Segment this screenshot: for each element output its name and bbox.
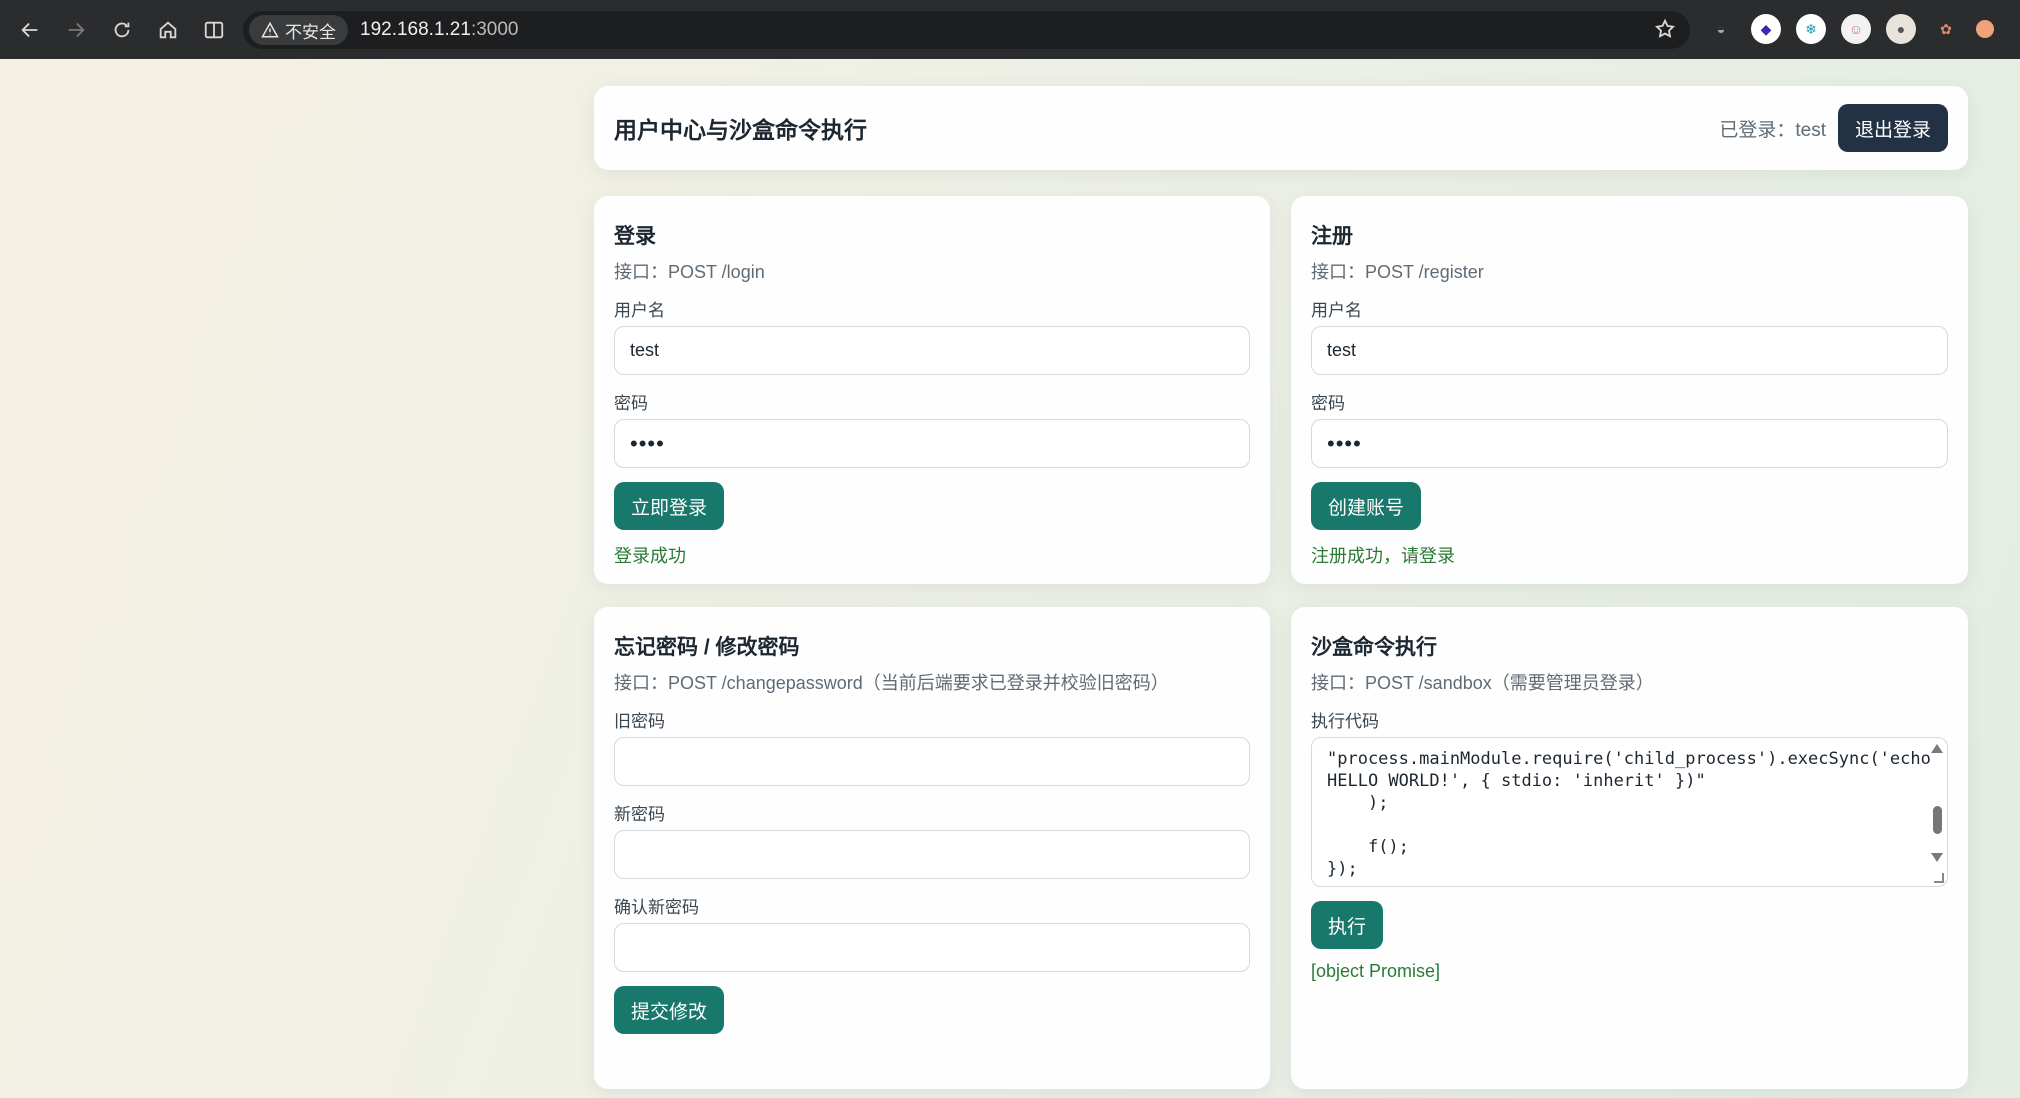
security-indicator[interactable]: 不安全 <box>249 15 348 45</box>
profile-dot-icon[interactable] <box>1976 20 1994 38</box>
cookie-extension-icon[interactable]: ✿ <box>1931 14 1961 44</box>
register-title: 注册 <box>1311 225 1353 248</box>
header-actions: 已登录：test 退出登录 <box>1719 104 1948 152</box>
page-title: 用户中心与沙盒命令执行 <box>614 117 867 143</box>
sandbox-endpoint: 接口：POST /sandbox（需要管理员登录） <box>1311 673 1654 693</box>
split-view-icon[interactable] <box>198 14 230 46</box>
url-host: 192.168.1.21 <box>360 19 471 40</box>
register-submit-button[interactable]: 创建账号 <box>1311 482 1422 530</box>
logout-button[interactable]: 退出登录 <box>1837 104 1948 152</box>
home-icon[interactable] <box>152 14 184 46</box>
login-message: 登录成功 <box>614 546 686 566</box>
sandbox-result: [object Promise] <box>1311 961 1441 981</box>
login-panel: 登录 接口：POST /login 用户名 test 密码 •••• 立即登录 … <box>594 196 1270 584</box>
sandbox-title: 沙盒命令执行 <box>1311 636 1437 659</box>
register-username-input[interactable]: test <box>1311 326 1948 375</box>
login-username-label: 用户名 <box>614 301 665 320</box>
forward-icon[interactable] <box>60 14 92 46</box>
sandbox-panel: 沙盒命令执行 接口：POST /sandbox（需要管理员登录） 执行代码 "p… <box>1291 607 1968 1089</box>
old-password-label: 旧密码 <box>614 712 665 731</box>
register-panel: 注册 接口：POST /register 用户名 test 密码 •••• 创建… <box>1291 196 1968 584</box>
login-password-label: 密码 <box>614 394 648 413</box>
scroll-down-icon[interactable] <box>1931 853 1943 862</box>
snowflake-extension-icon[interactable]: ❄ <box>1796 14 1826 44</box>
register-username-label: 用户名 <box>1311 301 1362 320</box>
login-password-input[interactable]: •••• <box>614 419 1250 468</box>
resize-handle-icon[interactable] <box>1934 873 1944 883</box>
new-password-label: 新密码 <box>614 805 665 824</box>
old-password-input[interactable] <box>614 737 1250 786</box>
change-password-panel: 忘记密码 / 修改密码 接口：POST /changepassword（当前后端… <box>594 607 1270 1089</box>
new-password-input[interactable] <box>614 830 1250 879</box>
url-port: :3000 <box>470 19 519 40</box>
login-title: 登录 <box>614 225 656 248</box>
incognito-extension-icon[interactable]: ◒ <box>1706 14 1736 44</box>
sandbox-execute-button[interactable]: 执行 <box>1311 901 1384 949</box>
change-password-submit-button[interactable]: 提交修改 <box>614 986 725 1034</box>
change-password-endpoint: 接口：POST /changepassword（当前后端要求已登录并校验旧密码） <box>614 673 1169 693</box>
sandbox-code-text: "process.mainModule.require('child_proce… <box>1327 749 1931 879</box>
bookmark-star-icon[interactable] <box>1654 18 1676 45</box>
reload-icon[interactable] <box>106 14 138 46</box>
login-endpoint: 接口：POST /login <box>614 262 765 282</box>
login-status: 已登录：test <box>1719 119 1826 141</box>
browser-toolbar: 不安全 192.168.1.21:3000 ◒ ◆ ❄ ☺ ● ✿ <box>0 0 2020 59</box>
back-icon[interactable] <box>14 14 46 46</box>
confirm-password-label: 确认新密码 <box>614 898 699 917</box>
sandbox-code-label: 执行代码 <box>1311 712 1379 731</box>
extensions-bar: ◒ ◆ ❄ ☺ ● ✿ <box>1706 14 1994 44</box>
register-password-label: 密码 <box>1311 394 1345 413</box>
register-message: 注册成功，请登录 <box>1311 546 1455 566</box>
avatar-extension-icon[interactable]: ☺ <box>1841 14 1871 44</box>
scroll-up-icon[interactable] <box>1931 744 1943 753</box>
register-endpoint: 接口：POST /register <box>1311 262 1484 282</box>
address-bar[interactable]: 不安全 192.168.1.21:3000 <box>243 11 1690 49</box>
change-password-title: 忘记密码 / 修改密码 <box>614 636 800 659</box>
scroll-thumb[interactable] <box>1933 806 1942 834</box>
url-text[interactable]: 192.168.1.21:3000 <box>360 19 519 41</box>
security-label: 不安全 <box>285 22 336 42</box>
login-submit-button[interactable]: 立即登录 <box>614 482 725 530</box>
code-scrollbar[interactable] <box>1929 740 1945 884</box>
profile-avatar-icon[interactable]: ● <box>1886 14 1916 44</box>
warning-icon <box>261 21 279 38</box>
app-header: 用户中心与沙盒命令执行 已登录：test 退出登录 <box>594 86 1968 170</box>
diamond-extension-icon[interactable]: ◆ <box>1751 14 1781 44</box>
sandbox-code-textarea[interactable]: "process.mainModule.require('child_proce… <box>1311 737 1948 887</box>
login-username-input[interactable]: test <box>614 326 1250 375</box>
register-password-input[interactable]: •••• <box>1311 419 1948 468</box>
confirm-password-input[interactable] <box>614 923 1250 972</box>
